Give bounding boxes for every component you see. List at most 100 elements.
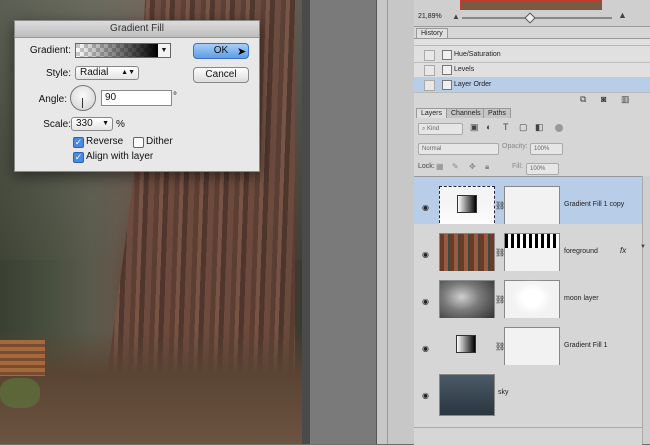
angle-input[interactable]: 90 xyxy=(101,90,172,106)
style-select[interactable]: Radial ▲▼ xyxy=(75,66,139,80)
wood-pile xyxy=(0,340,45,376)
align-with-layer-checkbox[interactable]: ✓ xyxy=(73,152,84,163)
tab-layers[interactable]: Layers xyxy=(416,108,448,118)
new-document-from-state-icon[interactable]: ⧉ xyxy=(580,94,586,105)
panel-divider[interactable] xyxy=(376,0,415,444)
history-row[interactable]: Hue/Saturation xyxy=(414,47,650,63)
layer-mask-thumbnail[interactable] xyxy=(504,327,560,369)
lock-image-icon[interactable]: ✎ xyxy=(452,162,459,171)
layer-thumbnail[interactable] xyxy=(439,186,495,228)
trash-icon[interactable]: ▥ xyxy=(621,94,630,105)
fill-label: Fill: xyxy=(512,163,523,170)
forest-floor xyxy=(0,330,302,444)
dither-checkbox[interactable] xyxy=(133,137,144,148)
style-label: Style: xyxy=(45,68,71,79)
history-item-label: Levels xyxy=(454,66,475,73)
tab-channels[interactable]: Channels xyxy=(446,108,486,118)
gradient-swatch[interactable] xyxy=(75,43,159,58)
history-checkbox[interactable] xyxy=(424,65,435,76)
filter-smart-object-icon[interactable]: ◧ xyxy=(535,122,544,133)
layer-mask-thumbnail[interactable] xyxy=(504,280,560,322)
history-step-icon xyxy=(442,65,452,75)
history-item-label: Layer Order xyxy=(454,81,492,88)
eye-icon[interactable]: ◉ xyxy=(422,297,429,306)
dialog-title: Gradient Fill xyxy=(15,21,259,38)
layer-name[interactable]: moon layer xyxy=(564,295,599,302)
tab-paths[interactable]: Paths xyxy=(483,108,511,118)
layer-thumbnail[interactable] xyxy=(439,327,493,367)
style-value: Radial xyxy=(80,67,109,78)
gradient-dropdown-arrow[interactable]: ▼ xyxy=(158,43,171,58)
navigator-zoom-value[interactable]: 21,89% xyxy=(418,13,442,20)
layer-thumbnail[interactable] xyxy=(439,280,495,322)
layer-name[interactable]: foreground xyxy=(564,248,598,255)
gradient-label: Gradient: xyxy=(29,45,71,56)
history-list: Hue/Saturation Levels Layer Order xyxy=(414,38,650,93)
panels-dock: 21,89% ▲ ▲ History Hue/Saturation Levels… xyxy=(414,0,650,445)
navigator-panel: 21,89% ▲ ▲ xyxy=(414,0,650,27)
layer-effects-icon[interactable]: fx xyxy=(620,246,626,255)
opacity-input[interactable]: 100% xyxy=(530,143,563,155)
history-item-label: Hue/Saturation xyxy=(454,51,501,58)
zoom-out-icon[interactable]: ▲ xyxy=(452,12,460,21)
fill-input[interactable]: 100% xyxy=(526,163,559,175)
layer-name[interactable]: Gradient Fill 1 copy xyxy=(564,201,624,208)
expand-effects-icon[interactable]: ▼ xyxy=(640,244,646,250)
layer-mask-thumbnail[interactable] xyxy=(504,186,560,228)
layer-thumbnail[interactable] xyxy=(439,233,495,275)
scale-value: 330 xyxy=(76,118,93,129)
canvas-edge xyxy=(302,0,310,444)
angle-label: Angle: xyxy=(38,94,67,105)
lock-transparent-icon[interactable]: ▦ xyxy=(436,162,444,171)
eye-icon[interactable]: ◉ xyxy=(422,344,429,353)
lock-all-icon[interactable]: 🔒︎ xyxy=(485,162,489,172)
chevron-updown-icon: ▲▼ xyxy=(121,69,135,76)
scale-select[interactable]: 330 ▼ xyxy=(71,117,113,131)
reverse-checkbox[interactable]: ✓ xyxy=(73,137,84,148)
blend-mode-select[interactable]: Normal xyxy=(418,143,499,155)
zoom-in-icon[interactable]: ▲ xyxy=(618,10,627,20)
history-row-partial xyxy=(414,39,650,46)
zoom-slider[interactable] xyxy=(462,17,612,19)
filter-pixel-icon[interactable]: ▣ xyxy=(470,122,479,133)
history-row[interactable]: Levels xyxy=(414,62,650,78)
history-step-icon xyxy=(442,50,452,60)
opacity-label: Opacity: xyxy=(502,143,528,150)
mouse-pointer-icon: ➤ xyxy=(237,46,247,58)
chevron-down-icon: ▼ xyxy=(102,120,109,127)
layer-thumbnail[interactable] xyxy=(439,374,495,416)
angle-unit: ° xyxy=(173,91,177,102)
layer-mask-thumbnail[interactable] xyxy=(504,233,560,275)
navigator-preview[interactable] xyxy=(460,0,602,10)
history-row-selected[interactable]: Layer Order xyxy=(414,77,650,93)
layer-name[interactable]: Gradient Fill 1 xyxy=(564,342,608,349)
tab-history[interactable]: History xyxy=(416,28,448,38)
lock-label: Lock: xyxy=(418,163,435,170)
camera-icon[interactable]: ◙ xyxy=(601,94,606,104)
filter-toggle-icon[interactable] xyxy=(555,124,563,132)
eye-icon[interactable]: ◉ xyxy=(422,250,429,259)
reverse-label: Reverse xyxy=(86,136,124,147)
layer-name[interactable]: sky xyxy=(498,389,509,396)
eye-icon[interactable]: ◉ xyxy=(422,391,429,400)
kind-filter-value: Kind xyxy=(427,126,440,132)
scale-label: Scale: xyxy=(43,119,71,130)
layer-row[interactable]: ◉ sky xyxy=(414,365,650,428)
history-checkbox[interactable] xyxy=(424,80,435,91)
layers-scrollbar[interactable] xyxy=(642,176,650,444)
history-checkbox[interactable] xyxy=(424,50,435,61)
history-step-icon xyxy=(442,80,452,90)
filter-type-icon[interactable]: T xyxy=(503,122,509,132)
eye-icon[interactable]: ◉ xyxy=(422,203,429,212)
moss-patch xyxy=(0,378,40,408)
dither-label: Dither xyxy=(146,136,173,147)
lock-position-icon[interactable]: ✥ xyxy=(469,162,476,171)
align-with-layer-label: Align with layer xyxy=(86,151,154,162)
filter-adjustment-icon[interactable]: ◐ xyxy=(486,122,491,132)
filter-shape-icon[interactable]: ▢ xyxy=(519,122,528,133)
gradient-fill-dialog: Gradient Fill Gradient: ▼ Style: Radial … xyxy=(14,20,260,172)
angle-dial[interactable] xyxy=(70,85,96,111)
layer-filter-kind-select[interactable]: ⌕ Kind xyxy=(418,123,463,135)
layers-list: ◉ ⛓︎ Gradient Fill 1 copy ◉ ⛓︎ foregroun… xyxy=(414,176,650,445)
cancel-button[interactable]: Cancel xyxy=(193,67,249,83)
